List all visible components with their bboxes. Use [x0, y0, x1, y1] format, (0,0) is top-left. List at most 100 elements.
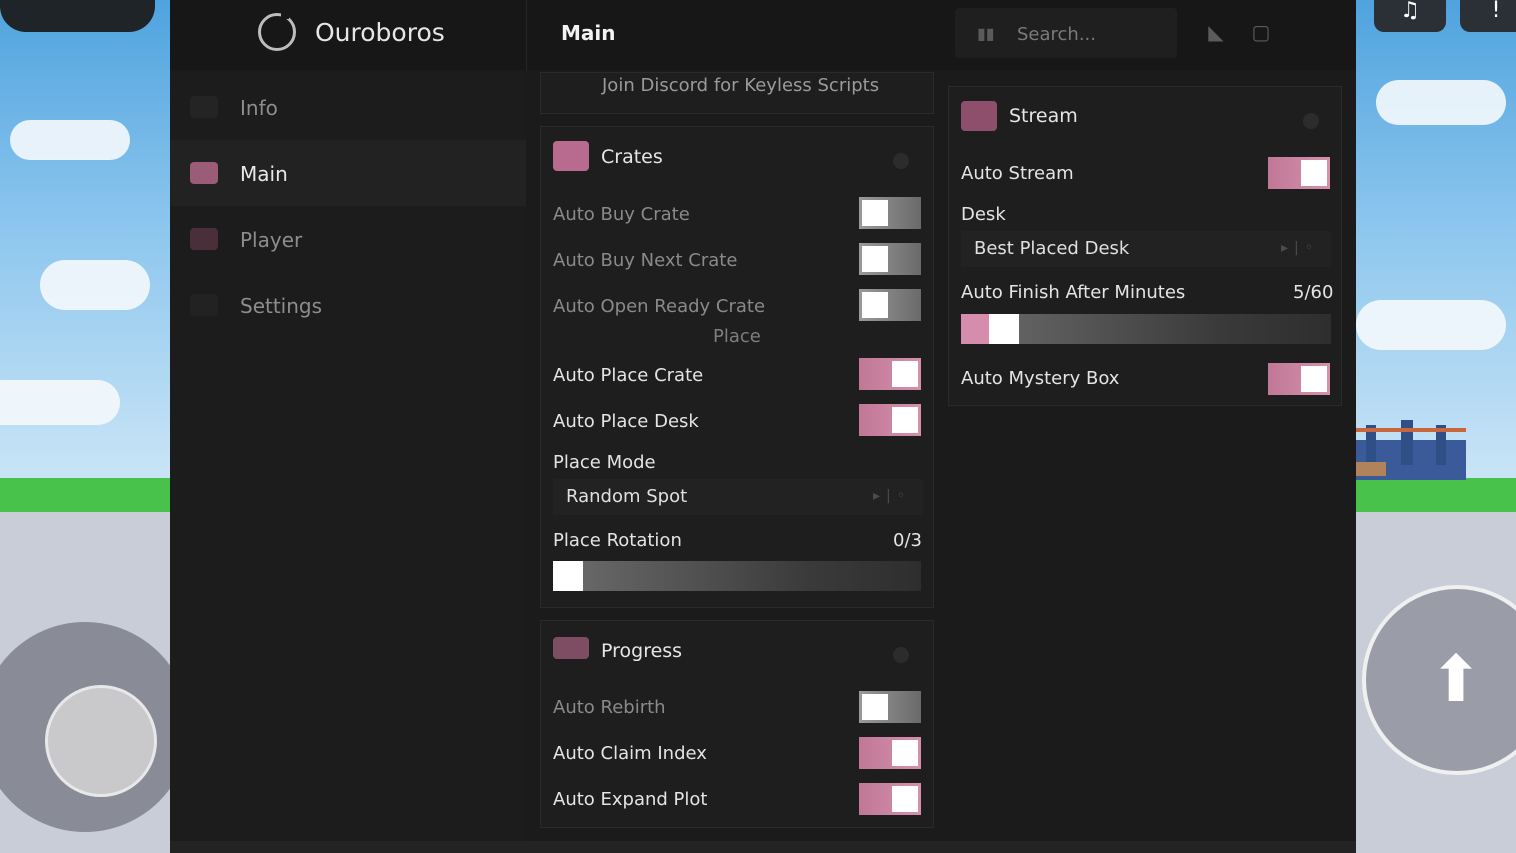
toggle-knob: [892, 740, 918, 766]
collapse-icon[interactable]: [1303, 113, 1319, 129]
music-button[interactable]: ♫: [1374, 0, 1446, 32]
auto-place-crate-toggle[interactable]: [859, 358, 921, 390]
toggle-knob: [862, 694, 888, 720]
window-header: Ouroboros Main ▮▮ ◣ ▢: [170, 0, 1356, 70]
auto-place-desk-label: Auto Place Desk: [553, 411, 699, 432]
slider-knob[interactable]: [553, 561, 583, 591]
auto-buy-next-crate-label: Auto Buy Next Crate: [553, 250, 738, 271]
desk-label: Desk: [961, 204, 1006, 225]
auto-claim-index-label: Auto Claim Index: [553, 743, 707, 764]
sidebar-item-settings[interactable]: Settings: [170, 272, 526, 338]
header-divider: [526, 0, 527, 70]
auto-claim-index-toggle[interactable]: [859, 737, 921, 769]
cloud: [40, 260, 150, 310]
stream-section: Stream Auto Stream Desk Best Placed Desk…: [948, 86, 1342, 406]
place-rotation-slider[interactable]: [553, 561, 921, 591]
search-box[interactable]: ▮▮: [955, 8, 1177, 58]
sky: [0, 0, 170, 500]
slider-fill: [961, 314, 990, 344]
place-mode-value: Random Spot: [566, 486, 688, 507]
page-title: Main: [561, 21, 616, 45]
toggle-knob: [892, 361, 918, 387]
toggle-knob: [862, 246, 888, 272]
desk-value: Best Placed Desk: [974, 238, 1130, 259]
place-rotation-value: 0/3: [893, 530, 922, 551]
desk-dropdown[interactable]: Best Placed Desk ▸|◦: [961, 231, 1331, 267]
ouroboros-logo-icon: [258, 11, 296, 51]
dropdown-arrow-icon: ▸|◦: [872, 488, 911, 504]
joystick-thumb[interactable]: [45, 685, 157, 797]
auto-stream-label: Auto Stream: [961, 163, 1074, 184]
progress-icon: [553, 637, 589, 659]
cloud: [0, 380, 120, 425]
place-mode-dropdown[interactable]: Random Spot ▸|◦: [553, 479, 923, 515]
auto-open-ready-crate-label: Auto Open Ready Crate: [553, 296, 766, 317]
info-icon: !: [1491, 0, 1501, 23]
home-icon: [190, 162, 218, 184]
cloud: [10, 120, 130, 160]
sidebar-item-label: Info: [240, 96, 278, 120]
collapse-icon[interactable]: [893, 647, 909, 663]
auto-mystery-box-toggle[interactable]: [1268, 363, 1330, 395]
auto-finish-label: Auto Finish After Minutes: [961, 282, 1186, 303]
auto-open-ready-crate-toggle[interactable]: [859, 289, 921, 321]
user-icon: [190, 228, 218, 250]
section-title: Progress: [601, 640, 683, 662]
script-hub-window: Ouroboros Main ▮▮ ◣ ▢ Info Main Player S…: [170, 0, 1356, 853]
section-title: Stream: [1009, 105, 1078, 127]
auto-buy-crate-label: Auto Buy Crate: [553, 204, 690, 225]
search-icon: ▮▮: [977, 24, 995, 43]
toggle-knob: [1301, 160, 1327, 186]
sidebar-item-label: Main: [240, 162, 288, 186]
sidebar-item-label: Player: [240, 228, 303, 252]
moon-icon: [190, 96, 218, 118]
maximize-icon[interactable]: ▢: [1248, 20, 1274, 44]
toggle-knob: [1301, 366, 1327, 392]
discord-banner[interactable]: Join Discord for Keyless Scripts: [540, 72, 934, 114]
sidebar-item-info[interactable]: Info: [170, 74, 526, 140]
bottom-bar: [170, 841, 1356, 853]
sidebar-item-label: Settings: [240, 294, 323, 318]
game-viewport-right: ♫ ! ⬆: [1356, 0, 1516, 853]
section-title: Crates: [601, 146, 663, 168]
minimize-icon[interactable]: ◣: [1203, 20, 1229, 44]
auto-buy-next-crate-toggle[interactable]: [859, 243, 921, 275]
dropdown-arrow-icon: ▸|◦: [1280, 240, 1319, 256]
auto-rebirth-toggle[interactable]: [859, 691, 921, 723]
toggle-knob: [892, 786, 918, 812]
music-note-icon: ♫: [1400, 0, 1420, 23]
place-caption: Place: [713, 326, 761, 347]
auto-mystery-box-label: Auto Mystery Box: [961, 368, 1120, 389]
slider-knob[interactable]: [989, 314, 1020, 344]
cloud: [1356, 300, 1506, 350]
auto-rebirth-label: Auto Rebirth: [553, 697, 666, 718]
toggle-knob: [862, 292, 888, 318]
sidebar: Info Main Player Settings: [170, 72, 526, 853]
auto-place-crate-label: Auto Place Crate: [553, 365, 704, 386]
app-name: Ouroboros: [315, 18, 445, 47]
auto-buy-crate-toggle[interactable]: [859, 197, 921, 229]
auto-place-desk-toggle[interactable]: [859, 404, 921, 436]
stream-icon: [961, 101, 997, 131]
collapse-icon[interactable]: [893, 153, 909, 169]
roblox-menu-pill[interactable]: [0, 0, 155, 32]
progress-section: Progress Auto Rebirth Auto Claim Index A…: [540, 620, 934, 828]
game-viewport-left: [0, 0, 170, 853]
toggle-knob: [892, 407, 918, 433]
auto-finish-slider[interactable]: [961, 314, 1331, 344]
sidebar-item-main[interactable]: Main: [170, 140, 526, 206]
top-right-button[interactable]: !: [1460, 0, 1516, 32]
cloud: [1376, 80, 1506, 125]
search-input[interactable]: [1015, 20, 1169, 48]
auto-expand-plot-label: Auto Expand Plot: [553, 789, 708, 810]
gear-icon: [190, 294, 218, 316]
auto-expand-plot-toggle[interactable]: [859, 783, 921, 815]
sidebar-item-player[interactable]: Player: [170, 206, 526, 272]
building-structure: [1356, 420, 1466, 480]
place-mode-label: Place Mode: [553, 452, 656, 473]
auto-stream-toggle[interactable]: [1268, 157, 1330, 189]
toggle-knob: [862, 200, 888, 226]
crates-section: Crates Auto Buy Crate Auto Buy Next Crat…: [540, 126, 934, 608]
auto-finish-value: 5/60: [1293, 282, 1334, 303]
discord-banner-text: Join Discord for Keyless Scripts: [602, 75, 880, 96]
